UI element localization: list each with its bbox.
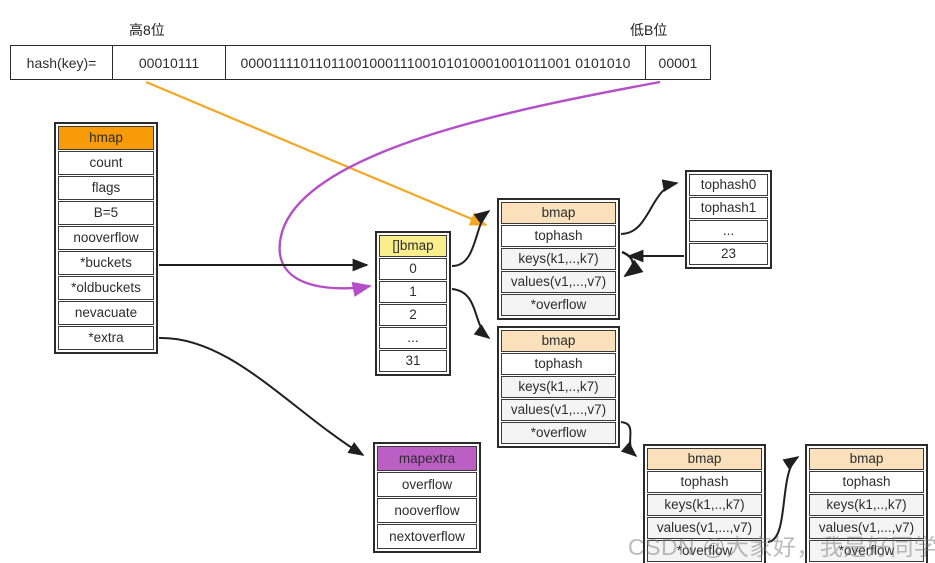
bmap-2-overflow: *overflow <box>501 422 616 444</box>
bmap-array-struct: []bmap 0 1 2 ... 31 <box>375 231 451 376</box>
edge-highbits-to-tophash <box>145 80 488 227</box>
watermark-text: CSDN @大家好，我是好同学 <box>628 534 935 560</box>
tophash-detail-struct: tophash0 tophash1 ... 23 <box>685 170 772 269</box>
bmap-2-keys: keys(k1,..,k7) <box>501 376 616 398</box>
edge-bmap1-tophash-to-detail <box>620 179 679 235</box>
bmap-2-tophash: tophash <box>501 353 616 375</box>
hash-middle-bits-cell: 0000111101101100100011100101010001001011… <box>226 46 646 79</box>
hash-breakdown-table: hash(key)= 00010111 00001111011011001000… <box>10 45 711 80</box>
hmap-title: hmap <box>58 126 154 150</box>
mapextra-struct: mapextra overflow nooverflow nextoverflo… <box>373 442 481 553</box>
tophash-row-23: 23 <box>689 243 768 265</box>
hmap-field-count: count <box>58 151 154 175</box>
bmap-4-keys: keys(k1,..,k7) <box>809 494 924 516</box>
bmap-1-overflow: *overflow <box>501 294 616 316</box>
bmap-array-index-0: 0 <box>379 258 447 280</box>
bmap-struct-1: bmap tophash keys(k1,..,k7) values(v1,..… <box>497 198 620 320</box>
bmap-1-title: bmap <box>501 202 616 224</box>
tophash-row-0: tophash0 <box>689 174 768 196</box>
hmap-field-buckets: *buckets <box>58 251 154 275</box>
hmap-field-nooverflow: nooverflow <box>58 226 154 250</box>
bmap-4-title: bmap <box>809 448 924 470</box>
edge-bucket1-to-bmap2 <box>451 288 491 339</box>
mapextra-field-overflow: overflow <box>377 472 477 497</box>
bmap-3-keys: keys(k1,..,k7) <box>647 494 762 516</box>
hmap-field-b: B=5 <box>58 201 154 225</box>
mapextra-title: mapextra <box>377 446 477 471</box>
bmap-3-title: bmap <box>647 448 762 470</box>
hash-key-label: hash(key)= <box>11 46 113 79</box>
bmap-4-tophash: tophash <box>809 471 924 493</box>
edge-bucket0-to-bmap1 <box>451 210 491 267</box>
bmap-array-title: []bmap <box>379 235 447 257</box>
hmap-field-extra: *extra <box>58 326 154 350</box>
mapextra-field-nextoverflow: nextoverflow <box>377 524 477 549</box>
bmap-3-tophash: tophash <box>647 471 762 493</box>
bmap-array-index-31: 31 <box>379 350 447 372</box>
bmap-2-title: bmap <box>501 330 616 352</box>
mapextra-field-nooverflow: nooverflow <box>377 498 477 523</box>
hmap-field-flags: flags <box>58 176 154 200</box>
bmap-array-index-1: 1 <box>379 281 447 303</box>
hash-high-bits-cell: 00010111 <box>113 46 226 79</box>
hash-low-bits-cell: 00001 <box>658 54 698 71</box>
bmap-1-values: values(v1,...,v7) <box>501 271 616 293</box>
tophash-row-1: tophash1 <box>689 197 768 219</box>
caption-high-bits: 高8位 <box>129 22 165 38</box>
hmap-struct: hmap count flags B=5 nooverflow *buckets… <box>54 122 158 354</box>
edge-keys-to-values <box>621 250 644 278</box>
bmap-array-index-ellipsis: ... <box>379 327 447 349</box>
diagram-canvas: 高8位 低B位 hash(key)= 00010111 000011110110… <box>0 0 935 563</box>
bmap-struct-2: bmap tophash keys(k1,..,k7) values(v1,..… <box>497 326 620 448</box>
hmap-field-oldbuckets: *oldbuckets <box>58 276 154 300</box>
bmap-array-index-2: 2 <box>379 304 447 326</box>
edge-bmap2-overflow-to-bmap3 <box>620 421 638 458</box>
bmap-2-values: values(v1,...,v7) <box>501 399 616 421</box>
bmap-1-keys: keys(k1,..,k7) <box>501 248 616 270</box>
hmap-field-nevacuate: nevacuate <box>58 301 154 325</box>
caption-low-bits: 低B位 <box>630 22 668 38</box>
edge-extra-to-mapextra <box>158 336 365 456</box>
tophash-row-ellipsis: ... <box>689 220 768 242</box>
bmap-1-tophash: tophash <box>501 225 616 247</box>
